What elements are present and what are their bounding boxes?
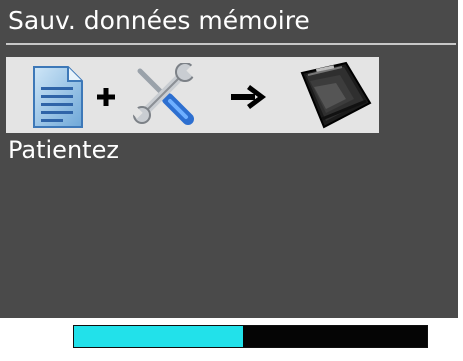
status-text: Patientez — [8, 136, 119, 164]
save-dialog: Sauv. données mémoire Patientez — [0, 0, 458, 318]
title-divider — [6, 43, 456, 45]
progress-bar — [73, 325, 428, 348]
tools-icon — [130, 63, 196, 125]
plus-icon — [97, 88, 115, 106]
save-illustration — [6, 57, 379, 133]
dialog-title: Sauv. données mémoire — [8, 6, 310, 35]
arrow-right-icon — [231, 85, 266, 109]
progress-fill — [74, 326, 244, 347]
document-icon — [33, 66, 83, 128]
memory-card-icon — [300, 61, 372, 129]
